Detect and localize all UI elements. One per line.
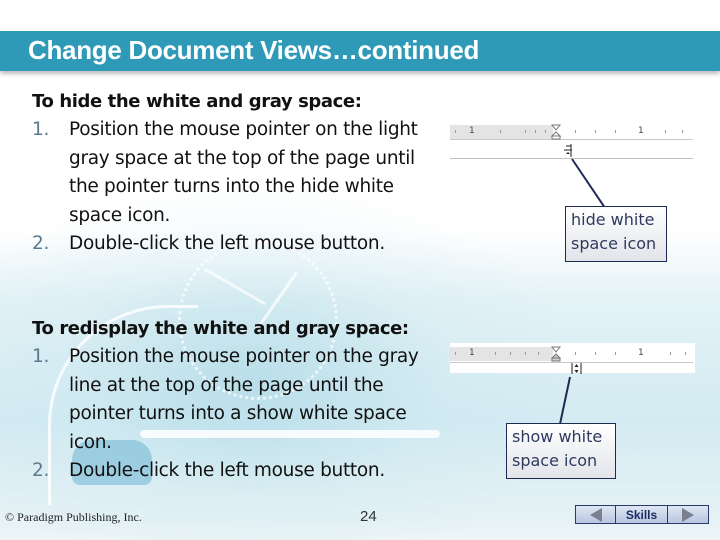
step-number: 2.: [32, 460, 50, 481]
step-item: 2. Double-click the left mouse button.: [32, 230, 442, 259]
step-number: 2.: [32, 233, 50, 254]
indent-marker-icon: [551, 346, 561, 362]
skills-button[interactable]: Skills: [616, 506, 668, 523]
triangle-left-icon: [589, 507, 602, 522]
step-text: Position the mouse pointer on the light …: [69, 119, 418, 226]
hide-white-space-cursor-icon: [564, 144, 572, 157]
page-number: 24: [360, 508, 377, 525]
section-heading: To redisplay the white and gray space:: [32, 318, 409, 339]
next-slide-button[interactable]: [668, 506, 708, 523]
step-item: 2. Double-click the left mouse button.: [32, 457, 442, 486]
previous-slide-button[interactable]: [576, 506, 616, 523]
ruler-number: 1: [469, 348, 475, 358]
triangle-right-icon: [682, 507, 694, 522]
show-white-space-callout: show white space icon: [506, 423, 616, 479]
indent-marker-icon: [551, 124, 561, 140]
slide-title-bar: Change Document Views…continued: [0, 31, 720, 71]
slide-title: Change Document Views…continued: [28, 35, 480, 65]
step-number: 1.: [32, 119, 50, 140]
section-heading: To hide the white and gray space:: [32, 91, 362, 112]
slide-navigation-bar: Skills: [575, 505, 709, 524]
ruler-margin-area: [450, 125, 553, 139]
show-ruler-screenshot: 1 1: [450, 346, 693, 363]
step-text: Double-click the left mouse button.: [69, 233, 385, 254]
ruler-number: 1: [469, 126, 475, 136]
show-white-space-cursor-icon: [571, 363, 582, 374]
show-white-space-section: To redisplay the white and gray space: 1…: [32, 315, 442, 486]
step-text: Double-click the left mouse button.: [69, 460, 385, 481]
step-item: 1. Position the mouse pointer on the lig…: [32, 116, 442, 230]
copyright-text: © Paradigm Publishing, Inc.: [5, 510, 142, 524]
hide-white-space-section: To hide the white and gray space: 1. Pos…: [32, 88, 442, 259]
ruler-border-line: [450, 139, 693, 140]
hide-ruler-screenshot: 1 1: [450, 124, 693, 140]
hide-white-space-callout: hide white space icon: [565, 206, 667, 262]
step-number: 1.: [32, 346, 50, 367]
ruler-number: 1: [638, 348, 644, 358]
step-item: 1. Position the mouse pointer on the gra…: [32, 343, 442, 457]
ruler-number: 1: [638, 126, 644, 136]
step-text: Position the mouse pointer on the gray l…: [69, 346, 419, 453]
